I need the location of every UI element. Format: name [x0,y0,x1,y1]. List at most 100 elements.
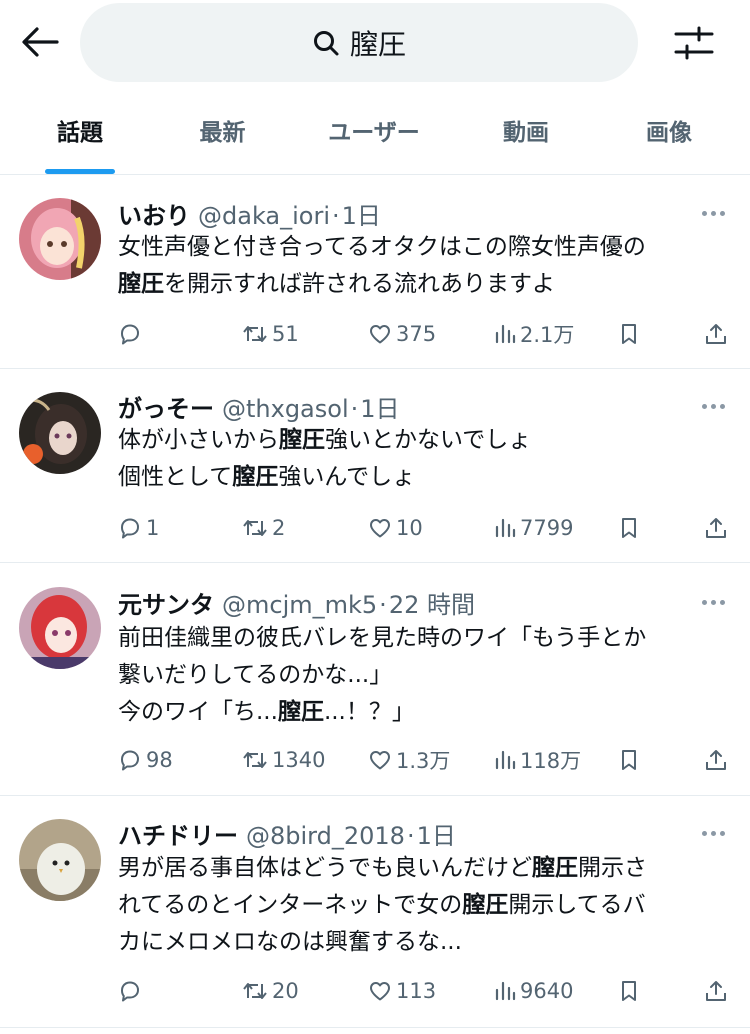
avatar[interactable] [19,587,101,669]
tab-latest[interactable]: 最新 [160,100,285,160]
active-tab-indicator [45,169,115,174]
separator-dot: · [379,591,387,619]
bar-chart-icon [494,516,516,540]
tab-videos[interactable]: 動画 [463,100,589,160]
likes-count: 113 [396,979,437,1003]
post-text-line: 今のワイ「ち...膣圧...！？」 [118,694,733,731]
share-button[interactable] [704,973,728,1009]
author-name[interactable]: がっそー [118,389,214,424]
text-run: 開示さ [578,855,647,881]
text-run: れてるのとインターネットで女の [118,892,463,918]
avatar[interactable] [19,819,101,901]
tab-label: 最新 [199,120,246,146]
views-button[interactable]: 118万 [494,742,581,778]
post-text-line: 個性として膣圧強いんでしょ [118,459,733,496]
post-text-line: れてるのとインターネットで女の膣圧開示してるバ [118,887,733,924]
avatar[interactable] [19,198,101,280]
likes-count: 1.3万 [396,749,451,773]
share-icon [704,516,728,540]
post-actions: 1 2 10 7799 [118,510,738,546]
repost-button[interactable]: 1340 [242,742,325,778]
repost-button[interactable]: 20 [242,973,299,1009]
reply-button[interactable] [118,973,142,1009]
text-run: 強いんでしょ [278,464,416,490]
views-button[interactable]: 2.1万 [494,316,574,352]
bookmark-button[interactable] [618,973,640,1009]
author-handle[interactable]: @8bird_2018 [246,822,405,850]
search-input[interactable]: 膣圧 [80,3,638,82]
search-query: 膣圧 [349,27,406,61]
more-options-button[interactable] [696,396,730,416]
author-name[interactable]: いおり [118,196,190,231]
search-tabs: 話題 最新 ユーザー 動画 画像 [0,100,750,175]
heart-icon [368,516,392,540]
author-handle[interactable]: @thxgasol [222,395,349,423]
highlighted-keyword: 膣圧 [532,855,578,881]
reply-button[interactable]: 98 [118,742,173,778]
repost-button[interactable]: 2 [242,510,285,546]
author-name[interactable]: 元サンタ [118,585,214,620]
repost-icon [242,516,268,540]
post-time[interactable]: 1日 [417,816,456,851]
post-text-line: 女性声優と付き合ってるオタクはこの際女性声優の [118,229,733,266]
views-button[interactable]: 9640 [494,973,573,1009]
search-filter-button[interactable] [668,20,720,66]
post-text: 女性声優と付き合ってるオタクはこの際女性声優の 膣圧を開示すれば許される流れありま… [118,229,733,303]
like-button[interactable]: 113 [368,973,436,1009]
text-run: 男が居る事自体はどうでも良いんだけど [118,855,532,881]
highlighted-keyword: 膣圧 [232,464,279,490]
back-button[interactable] [18,22,62,62]
share-button[interactable] [704,510,728,546]
post-time[interactable]: 22 時間 [389,585,475,620]
like-button[interactable]: 375 [368,316,436,352]
more-options-button[interactable] [696,203,730,223]
avatar[interactable] [19,392,101,474]
post[interactable]: ハチドリー @8bird_2018 · 1日 男が居る事自体はどうでも良いんだけ… [0,796,750,1028]
like-button[interactable]: 1.3万 [368,742,450,778]
repost-icon [242,748,268,772]
reply-icon [118,516,142,540]
tab-images[interactable]: 画像 [589,100,749,160]
bar-chart-icon [494,748,516,772]
tab-label: 動画 [503,120,549,146]
bookmark-button[interactable] [618,316,640,352]
tab-users[interactable]: ユーザー [285,100,463,160]
highlighted-keyword: 膣圧 [277,699,324,725]
post-actions: 51 375 2.1万 [118,316,738,352]
like-button[interactable]: 10 [368,510,423,546]
post[interactable]: いおり @daka_iori · 1日 女性声優と付き合ってるオタクはこの際女性… [0,176,750,369]
bar-chart-icon [494,979,516,1003]
post-text-line: 体が小さいから膣圧強いとかないでしょ [118,422,733,459]
share-button[interactable] [704,316,728,352]
post[interactable]: がっそー @thxgasol · 1日 体が小さいから膣圧強いとかないでしょ 個性… [0,369,750,563]
bookmark-button[interactable] [618,742,640,778]
share-icon [704,748,728,772]
author-handle[interactable]: @mcjm_mk5 [222,591,377,619]
tab-trending[interactable]: 話題 [0,100,160,174]
text-run: 繋いだりしてるのかな...」 [118,662,393,688]
more-options-button[interactable] [696,823,730,843]
reply-button[interactable]: 1 [118,510,159,546]
separator-dot: · [350,395,359,423]
post-time[interactable]: 1日 [360,389,399,424]
views-count: 2.1万 [520,323,575,347]
post-header: ハチドリー @8bird_2018 · 1日 [118,816,456,851]
reposts-count: 20 [272,979,299,1003]
replies-count: 1 [146,516,160,540]
bookmark-icon [618,516,640,540]
likes-count: 10 [396,516,423,540]
reply-button[interactable] [118,316,142,352]
bar-chart-icon [494,322,516,346]
bookmark-button[interactable] [618,510,640,546]
more-options-button[interactable] [696,592,730,612]
search-icon [313,30,339,55]
post[interactable]: 元サンタ @mcjm_mk5 · 22 時間 前田佳織里の彼氏バレを見た時のワイ… [0,563,750,796]
share-button[interactable] [704,742,728,778]
author-name[interactable]: ハチドリー [118,816,238,851]
repost-button[interactable]: 51 [242,316,299,352]
author-handle[interactable]: @daka_iori [198,202,330,230]
post-text-line: 膣圧を開示すれば許される流れありますよ [118,266,733,303]
views-button[interactable]: 7799 [494,510,573,546]
post-time[interactable]: 1日 [342,196,381,231]
highlighted-keyword: 膣圧 [279,427,325,453]
